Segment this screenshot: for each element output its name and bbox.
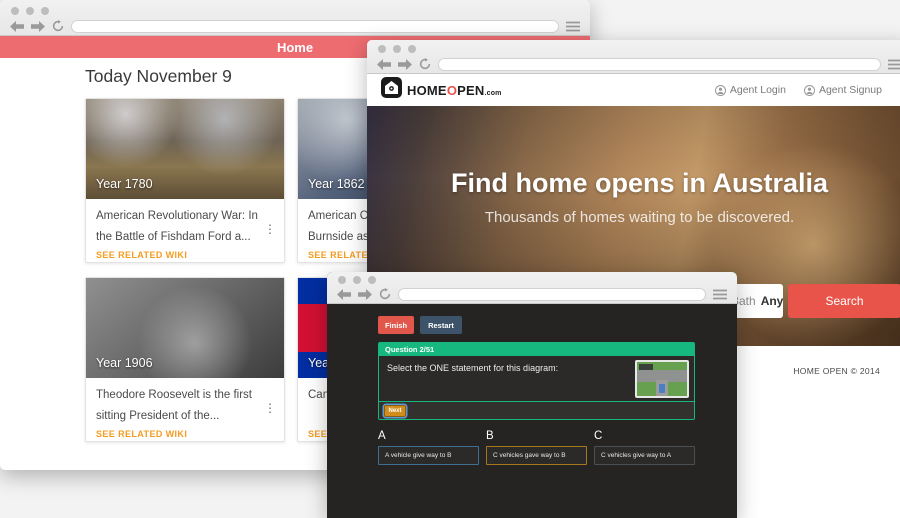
finish-button[interactable]: Finish: [378, 316, 414, 334]
url-input[interactable]: [71, 19, 559, 33]
forward-icon[interactable]: [31, 20, 45, 32]
year-label: Year 1862: [308, 177, 365, 191]
option-a-answer[interactable]: A vehicle give way to B: [378, 446, 479, 465]
search-button[interactable]: Search: [788, 284, 900, 318]
kebab-menu-icon[interactable]: ⋮: [264, 219, 276, 240]
user-icon: [714, 84, 726, 96]
option-c-answer[interactable]: C vehicles give way to A: [594, 446, 695, 465]
home-logo-icon: [381, 77, 402, 103]
card-image-battle-painting: Year 1780: [86, 99, 284, 199]
back-icon[interactable]: [337, 288, 351, 300]
maximize-window-button[interactable]: [41, 7, 49, 15]
home-tab-label: Home: [276, 39, 314, 55]
quiz-content: Finish Restart Question 2/51 Select the …: [327, 304, 737, 518]
close-window-button[interactable]: [338, 276, 346, 284]
agent-login-link[interactable]: Agent Login: [714, 84, 786, 96]
option-c-label: C: [594, 430, 603, 442]
minimize-window-button[interactable]: [353, 276, 361, 284]
homeopen-header: HOMEOPEN.com Agent Login Agent Signup: [367, 74, 900, 106]
browser-chrome: [327, 272, 737, 304]
close-window-button[interactable]: [11, 7, 19, 15]
question-progress-header: Question 2/51: [379, 343, 694, 356]
history-card-1780[interactable]: Year 1780 American Revolutionary War: In…: [85, 98, 285, 263]
forward-icon[interactable]: [398, 58, 412, 70]
forward-icon[interactable]: [358, 288, 372, 300]
agent-login-label: Agent Login: [729, 84, 786, 96]
minimize-window-button[interactable]: [26, 7, 34, 15]
minimize-window-button[interactable]: [393, 45, 401, 53]
card-title: Theodore Roosevelt is the first sitting …: [96, 389, 252, 422]
quiz-browser-window: Finish Restart Question 2/51 Select the …: [327, 272, 737, 518]
kebab-menu-icon[interactable]: ⋮: [264, 398, 276, 419]
window-controls: [378, 45, 416, 53]
option-b-answer[interactable]: C vehicles gave way to B: [486, 446, 587, 465]
back-icon[interactable]: [377, 58, 391, 70]
hero-title: Find home opens in Australia: [450, 168, 829, 198]
question-panel: Question 2/51 Select the ONE statement f…: [378, 342, 695, 420]
bath-value: Any: [760, 294, 784, 308]
logo-text: HOMEOPEN.com: [407, 82, 502, 98]
menu-icon[interactable]: [566, 21, 580, 32]
back-icon[interactable]: [10, 20, 24, 32]
year-label: Year 1780: [96, 177, 153, 191]
maximize-window-button[interactable]: [408, 45, 416, 53]
homeopen-logo[interactable]: HOMEOPEN.com: [381, 77, 502, 103]
browser-chrome: [367, 40, 900, 74]
next-button[interactable]: Next: [384, 405, 406, 417]
window-controls: [11, 7, 49, 15]
car-icon: [659, 384, 665, 393]
reload-icon[interactable]: [379, 288, 391, 300]
hero-subtitle: Thousands of homes waiting to be discove…: [484, 209, 795, 226]
window-controls: [338, 276, 376, 284]
menu-icon[interactable]: [713, 289, 727, 300]
question-text: Select the ONE statement for this diagra…: [387, 363, 559, 373]
reload-icon[interactable]: [52, 20, 64, 32]
agent-signup-link[interactable]: Agent Signup: [803, 84, 882, 96]
maximize-window-button[interactable]: [368, 276, 376, 284]
restart-button[interactable]: Restart: [420, 316, 462, 334]
year-label: Year 1906: [96, 356, 153, 370]
history-card-1906[interactable]: Year 1906 Theodore Roosevelt is the firs…: [85, 277, 285, 442]
url-input[interactable]: [438, 57, 881, 71]
agent-signup-label: Agent Signup: [818, 84, 882, 96]
browser-chrome: [0, 0, 590, 36]
page-title: Today November 9: [85, 66, 232, 86]
card-image-roosevelt-portrait: Year 1906: [86, 278, 284, 378]
card-title: American Revolutionary War: In the Battl…: [96, 210, 258, 243]
menu-icon[interactable]: [888, 59, 900, 70]
user-icon: [803, 84, 815, 96]
close-window-button[interactable]: [378, 45, 386, 53]
reload-icon[interactable]: [419, 58, 431, 70]
option-a-label: A: [378, 430, 386, 442]
option-b-label: B: [486, 430, 494, 442]
url-input[interactable]: [398, 287, 706, 301]
road-diagram-thumbnail[interactable]: [635, 360, 689, 398]
